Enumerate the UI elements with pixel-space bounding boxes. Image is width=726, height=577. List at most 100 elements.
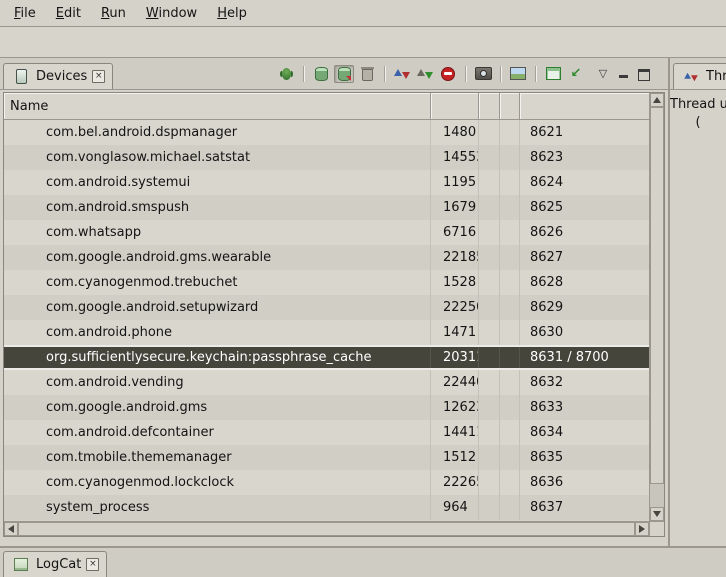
device-icon [11, 68, 31, 86]
scroll-right-icon[interactable] [635, 522, 649, 536]
scroll-down-icon[interactable] [650, 507, 664, 521]
horizontal-scrollbar[interactable] [4, 521, 649, 536]
blank-cell-1 [479, 370, 500, 395]
blank-cell-2 [500, 220, 520, 245]
blank-cell-1 [479, 120, 500, 145]
table-row[interactable]: com.google.android.setupwizard 22250 862… [4, 295, 649, 320]
column-header-blank2[interactable] [500, 93, 520, 119]
process-pid: 22440 [431, 370, 479, 395]
table-row[interactable]: com.google.android.gms 12623 8633 [4, 395, 649, 420]
logcat-icon [11, 556, 31, 574]
blank-cell-1 [479, 295, 500, 320]
blank-cell-1 [479, 195, 500, 220]
process-name: com.android.phone [4, 320, 431, 345]
blank-cell-2 [500, 420, 520, 445]
process-port: 8630 [520, 320, 649, 345]
table-row[interactable]: com.cyanogenmod.lockclock 22265 8636 [4, 470, 649, 495]
threads-icon [683, 69, 700, 84]
scroll-left-icon[interactable] [4, 522, 18, 536]
close-icon[interactable]: × [92, 70, 105, 83]
threads-message-line2: ( [670, 114, 726, 132]
table-row[interactable]: org.sufficientlysecure.keychain:passphra… [4, 345, 649, 370]
process-port: 8623 [520, 145, 649, 170]
table-row[interactable]: com.cyanogenmod.trebuchet 1528 8628 [4, 270, 649, 295]
blank-cell-2 [500, 347, 520, 368]
method-profiling-icon[interactable] [415, 65, 435, 83]
minimize-icon[interactable] [618, 68, 630, 80]
threads-panel: Threads Thread up ( [670, 58, 726, 546]
process-port: 8627 [520, 245, 649, 270]
graph-icon[interactable]: ↙ [566, 65, 586, 83]
process-pid: 22185 [431, 245, 479, 270]
process-port: 8626 [520, 220, 649, 245]
menu-item-file[interactable]: File [4, 3, 46, 24]
menu-item-edit[interactable]: Edit [46, 3, 91, 24]
devices-toolbar-icons: ↙ [276, 65, 596, 83]
scrollbar-corner [649, 521, 664, 536]
table-row[interactable]: com.android.vending 22440 8632 [4, 370, 649, 395]
tab-logcat[interactable]: LogCat × [3, 551, 107, 577]
column-header-blank1[interactable] [479, 93, 500, 119]
menu-item-run[interactable]: Run [91, 3, 136, 24]
process-name: com.android.smspush [4, 195, 431, 220]
logcat-tab-label: LogCat [36, 557, 81, 572]
menu-item-window[interactable]: Window [136, 3, 207, 24]
column-header-port[interactable] [520, 93, 649, 119]
stop-process-icon[interactable] [438, 65, 458, 83]
vertical-scroll-track[interactable] [650, 484, 664, 507]
toolbar-separator [465, 66, 466, 82]
process-port: 8636 [520, 470, 649, 495]
process-port: 8629 [520, 295, 649, 320]
tree-view-icon[interactable] [543, 65, 563, 83]
table-row[interactable]: com.whatsapp 6716 8626 [4, 220, 649, 245]
table-row[interactable]: com.android.systemui 1195 8624 [4, 170, 649, 195]
blank-cell-2 [500, 470, 520, 495]
report-icon[interactable] [508, 65, 528, 83]
screen-capture-icon[interactable] [473, 65, 493, 83]
blank-cell-1 [479, 220, 500, 245]
update-heap-icon[interactable] [311, 65, 331, 83]
table-content: Name com.bel.android.dspmanager 1480 862… [4, 93, 649, 521]
process-name: com.google.android.setupwizard [4, 295, 431, 320]
process-port: 8634 [520, 420, 649, 445]
process-name: com.google.android.gms [4, 395, 431, 420]
blank-cell-2 [500, 245, 520, 270]
process-pid: 14553 [431, 145, 479, 170]
vertical-scrollbar[interactable] [649, 93, 664, 521]
process-port: 8637 [520, 495, 649, 520]
view-menu-icon[interactable]: ▽ [596, 67, 610, 80]
scroll-up-icon[interactable] [650, 93, 664, 107]
table-row[interactable]: com.android.smspush 1679 8625 [4, 195, 649, 220]
table-row[interactable]: com.google.android.gms.wearable 22185 86… [4, 245, 649, 270]
horizontal-scroll-thumb[interactable] [18, 522, 635, 536]
blank-cell-1 [479, 470, 500, 495]
table-row[interactable]: com.android.phone 1471 8630 [4, 320, 649, 345]
table-row[interactable]: com.android.defcontainer 14411 8634 [4, 420, 649, 445]
blank-cell-1 [479, 170, 500, 195]
table-row[interactable]: com.bel.android.dspmanager 1480 8621 [4, 120, 649, 145]
table-row[interactable]: com.vonglasow.michael.satstat 14553 8623 [4, 145, 649, 170]
dump-hprof-icon[interactable] [334, 65, 354, 83]
blank-cell-2 [500, 170, 520, 195]
vertical-scroll-thumb[interactable] [650, 107, 664, 484]
process-name: com.google.android.gms.wearable [4, 245, 431, 270]
tab-threads[interactable]: Threads [673, 63, 726, 89]
process-name: com.tmobile.thememanager [4, 445, 431, 470]
blank-cell-2 [500, 445, 520, 470]
cause-gc-icon[interactable] [357, 65, 377, 83]
debug-process-icon[interactable] [276, 65, 296, 83]
tab-devices[interactable]: Devices × [3, 63, 113, 89]
column-header-pid[interactable] [431, 93, 479, 119]
process-name: com.bel.android.dspmanager [4, 120, 431, 145]
blank-cell-2 [500, 295, 520, 320]
close-icon[interactable]: × [86, 558, 99, 571]
table-row[interactable]: com.tmobile.thememanager 1512 8635 [4, 445, 649, 470]
maximize-icon[interactable] [638, 68, 650, 80]
column-header-name[interactable]: Name [4, 93, 431, 119]
table-row[interactable]: system_process 964 8637 [4, 495, 649, 520]
process-pid: 14411 [431, 420, 479, 445]
update-threads-icon[interactable] [392, 65, 412, 83]
process-pid: 1512 [431, 445, 479, 470]
menu-item-help[interactable]: Help [207, 3, 257, 24]
logcat-bar: LogCat × [0, 546, 726, 577]
